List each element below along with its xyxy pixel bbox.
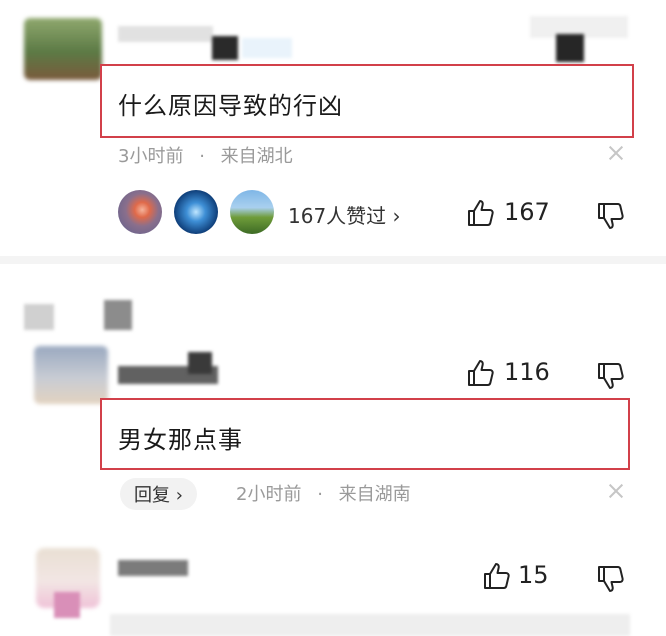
reply-button[interactable]: 回复 ›	[120, 478, 197, 510]
like-icon[interactable]	[466, 358, 496, 388]
comment-text: 男女那点事	[118, 426, 243, 454]
like-icon[interactable]	[466, 198, 496, 228]
avatar-mosaic	[54, 592, 80, 618]
dislike-icon[interactable]	[596, 563, 626, 593]
comment-meta: 2小时前 · 来自湖南	[236, 480, 411, 506]
liker-avatar[interactable]	[118, 190, 162, 234]
comment-text: 什么原因导致的行凶	[118, 92, 343, 120]
user-avatar[interactable]	[34, 346, 108, 404]
liker-avatar[interactable]	[174, 190, 218, 234]
username-mosaic	[212, 36, 238, 60]
username-blurred	[118, 26, 213, 42]
comment-location: 来自湖北	[220, 146, 293, 167]
separator-dot: ·	[317, 484, 323, 505]
like-icon[interactable]	[482, 561, 512, 591]
mosaic-block	[104, 300, 132, 330]
comment-meta: 3小时前 · 来自湖北	[118, 142, 293, 168]
username-mosaic	[188, 352, 212, 374]
section-divider	[0, 256, 666, 264]
like-count: 116	[504, 358, 550, 386]
username-mosaic	[242, 38, 292, 58]
close-icon[interactable]	[607, 482, 625, 500]
like-count: 167	[504, 198, 550, 226]
comment-text-cutoff	[110, 614, 630, 636]
comment-time: 2小时前	[236, 484, 302, 505]
like-count: 15	[518, 561, 549, 589]
separator-dot: ·	[199, 146, 205, 167]
badge-mosaic	[556, 34, 584, 62]
mosaic-block	[24, 304, 54, 330]
username-blurred	[118, 560, 188, 576]
dislike-icon[interactable]	[596, 200, 626, 230]
dislike-icon[interactable]	[596, 360, 626, 390]
liker-avatar[interactable]	[230, 190, 274, 234]
user-avatar[interactable]	[24, 18, 102, 80]
comment-location: 来自湖南	[338, 484, 411, 505]
close-icon[interactable]	[607, 144, 625, 162]
comment-time: 3小时前	[118, 146, 184, 167]
likers-count-link[interactable]: 167人赞过 ›	[288, 200, 401, 229]
